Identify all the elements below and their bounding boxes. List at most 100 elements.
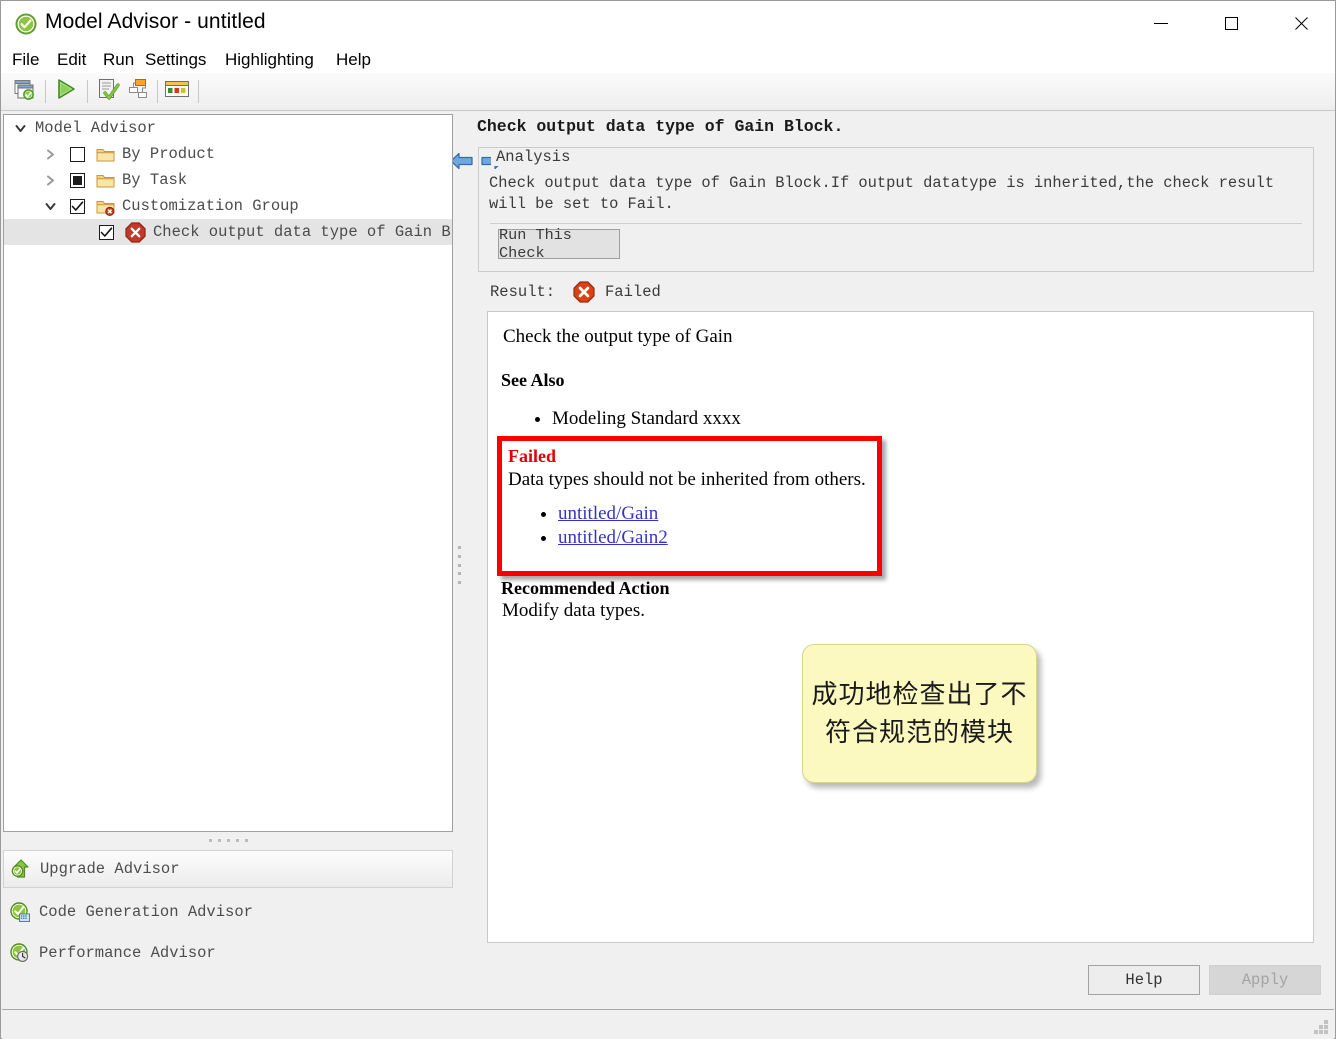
splitter-dot: [458, 555, 461, 558]
sidebar-item-performance-advisor[interactable]: Performance Advisor: [3, 934, 453, 972]
minimize-button[interactable]: [1126, 1, 1196, 46]
list-item: untitled/Gain: [558, 503, 668, 525]
tree-item-model-advisor[interactable]: Model Advisor: [4, 115, 452, 141]
run-this-check-button[interactable]: Run This Check: [498, 229, 620, 259]
performance-advisor-icon: [9, 942, 31, 964]
tree-checkbox-by-product[interactable]: [70, 147, 85, 162]
folder-icon: [96, 172, 115, 189]
sidebar-item-code-generation-advisor[interactable]: Code Generation Advisor: [3, 893, 453, 931]
tree-item-label: By Task: [122, 171, 187, 189]
splitter-dot: [218, 839, 221, 842]
new-report-button[interactable]: [9, 77, 39, 106]
sidebar-item-upgrade-advisor[interactable]: Upgrade Advisor: [3, 850, 453, 888]
model-hierarchy-button[interactable]: [123, 77, 153, 106]
toolbar-separator-1: [45, 80, 46, 103]
result-label: Result:: [490, 283, 555, 301]
list-item: untitled/Gain2: [558, 527, 668, 549]
menu-settings[interactable]: Settings: [138, 46, 213, 73]
code-generation-advisor-icon: [9, 901, 31, 923]
legend-button[interactable]: [162, 77, 192, 106]
run-button[interactable]: [51, 77, 81, 106]
analysis-groupbox-legend: Analysis: [491, 148, 575, 166]
splitter-dot: [458, 572, 461, 575]
failed-block-links: untitled/Gain untitled/Gain2: [538, 503, 668, 551]
analysis-divider: [490, 223, 1302, 224]
splitter-dot: [458, 546, 461, 549]
failed-heading: Failed: [508, 446, 556, 467]
status-badge: Failed: [605, 283, 661, 301]
chevron-down-icon[interactable]: [42, 198, 58, 214]
block-link-gain[interactable]: untitled/Gain: [558, 503, 658, 524]
see-also-heading: See Also: [501, 370, 565, 391]
error-octagon-icon: [125, 222, 146, 243]
resize-grip-icon[interactable]: [1314, 1020, 1328, 1034]
apply-button: Apply: [1209, 965, 1321, 995]
menu-bar: File Edit Run Settings Highlighting Help: [1, 46, 1335, 73]
legend-icon: [164, 79, 190, 104]
list-item: Modeling Standard xxxx: [552, 408, 741, 430]
tree-checkbox-check-output-data-type[interactable]: [99, 225, 114, 240]
chevron-right-icon[interactable]: [42, 146, 58, 162]
panel-splitter-handle[interactable]: [456, 546, 462, 584]
tree-item-customization-group[interactable]: Customization Group: [4, 193, 452, 219]
recommended-action-heading: Recommended Action: [501, 578, 669, 599]
tree-item-label: By Product: [122, 145, 215, 163]
splitter-dot: [209, 839, 212, 842]
model-advisor-tree[interactable]: Model Advisor By Product: [3, 114, 453, 832]
menu-run[interactable]: Run: [96, 46, 141, 73]
tree-item-label: Model Advisor: [35, 119, 156, 137]
toolbar: Find:: [1, 73, 1335, 111]
menu-file[interactable]: File: [5, 46, 46, 73]
tree-item-check-output-data-type[interactable]: Check output data type of Gain Block.: [4, 219, 452, 245]
window-title: Model Advisor - untitled: [45, 10, 266, 34]
splitter-dot: [458, 564, 461, 567]
maximize-button[interactable]: [1196, 1, 1266, 46]
failed-message: Data types should not be inherited from …: [508, 469, 866, 491]
tree-item-by-product[interactable]: By Product: [4, 141, 452, 167]
model-advisor-window: Model Advisor - untitled File Edit Run S…: [0, 0, 1336, 1039]
report-check-icon: [96, 77, 120, 106]
close-icon: [1293, 16, 1309, 32]
report-content-area: Check the output type of Gain See Also M…: [487, 311, 1314, 943]
sidebar-item-label: Upgrade Advisor: [40, 860, 180, 878]
check-icon: [100, 226, 113, 239]
chevron-down-icon[interactable]: [12, 120, 28, 136]
upgrade-advisor-icon: [10, 858, 32, 880]
toolbar-separator-2: [87, 80, 88, 103]
report-check-button[interactable]: [93, 77, 123, 106]
recommended-action-body: Modify data types.: [502, 600, 645, 622]
toolbar-separator-3: [157, 80, 158, 103]
block-link-gain2[interactable]: untitled/Gain2: [558, 527, 668, 548]
splitter-dot: [245, 839, 248, 842]
chevron-right-icon[interactable]: [42, 172, 58, 188]
menu-edit[interactable]: Edit: [50, 46, 93, 73]
report-intro-text: Check the output type of Gain: [503, 326, 733, 348]
menu-highlighting[interactable]: Highlighting: [218, 46, 321, 73]
see-also-list: Modeling Standard xxxx: [532, 408, 741, 430]
tree-checkbox-customization-group[interactable]: [70, 199, 85, 214]
close-button[interactable]: [1266, 1, 1336, 46]
tree-checkbox-by-task[interactable]: [70, 173, 85, 188]
check-icon: [71, 200, 84, 213]
tree-item-label: Customization Group: [122, 197, 299, 215]
new-report-icon: [12, 77, 36, 106]
splitter-dot: [227, 839, 230, 842]
run-play-icon: [54, 77, 78, 106]
menu-help[interactable]: Help: [329, 46, 378, 73]
folder-icon: [96, 146, 115, 163]
help-button[interactable]: Help: [1088, 965, 1200, 995]
splitter-dot: [458, 581, 461, 584]
error-octagon-icon: [573, 281, 595, 303]
maximize-icon: [1225, 17, 1238, 30]
sidebar-item-label: Performance Advisor: [39, 944, 216, 962]
analysis-description: Check output data type of Gain Block.If …: [489, 173, 1304, 215]
page-title: Check output data type of Gain Block.: [477, 117, 843, 136]
green-check-circle-icon: [15, 13, 37, 35]
tree-item-label: Check output data type of Gain Block.: [153, 223, 453, 241]
tree-item-by-task[interactable]: By Task: [4, 167, 452, 193]
sidebar-item-label: Code Generation Advisor: [39, 903, 253, 921]
tree-advisor-splitter-handle[interactable]: [3, 833, 453, 847]
partial-check-icon: [73, 176, 82, 185]
toolbar-separator-4: [198, 80, 199, 103]
minimize-icon: [1154, 23, 1168, 24]
